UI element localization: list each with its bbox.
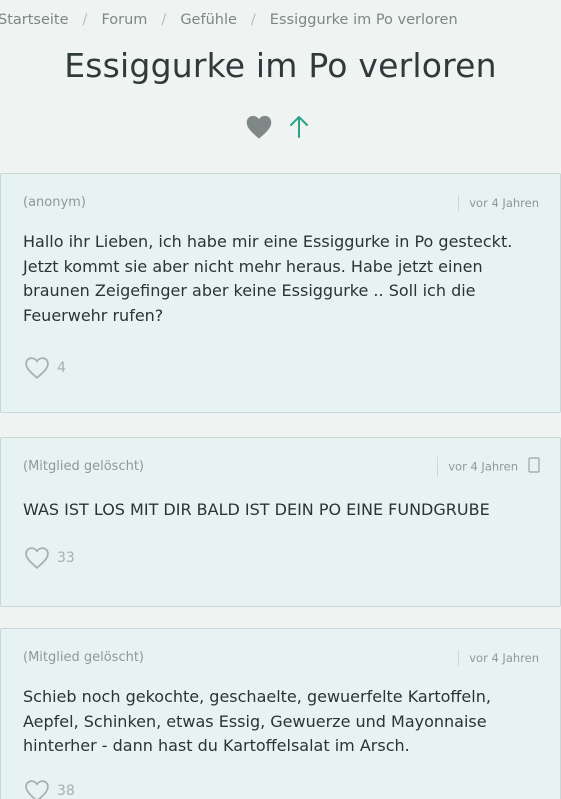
favorite-thread-button[interactable] [244,114,274,142]
breadcrumb-home[interactable]: Startseite [0,12,69,28]
breadcrumb-separator: / [82,12,88,28]
post-body: Hallo ihr Lieben, ich habe mir eine Essi… [23,232,513,325]
post-time-wrap: vor 4 Jahren [437,457,540,477]
like-button[interactable]: 4 [23,356,66,380]
post-header: (Mitglied gelöscht) vor 4 Jahren [1,438,560,478]
post-author: (Mitglied gelöscht) [23,459,144,474]
post-time: vor 4 Jahren [458,650,539,666]
post-time: vor 4 Jahren [458,195,539,211]
post-card: (anonym) vor 4 Jahren Hallo ihr Lieben, … [0,173,561,413]
breadcrumb-separator: / [161,12,167,28]
like-button[interactable]: 38 [23,779,75,799]
post-header: (Mitglied gelöscht) vor 4 Jahren [1,629,560,669]
post-card: (Mitglied gelöscht) vor 4 Jahren WAS IST… [0,437,561,607]
heart-icon [246,115,272,139]
breadcrumb-current-thread[interactable]: Essiggurke im Po verloren [270,12,458,28]
thread-actions [0,114,561,144]
report-button[interactable] [528,457,540,477]
heart-outline-icon [25,357,49,379]
post-time: vor 4 Jahren [448,459,518,474]
like-count: 38 [57,783,75,799]
post-author: (Mitglied gelöscht) [23,650,144,665]
page-title: Essiggurke im Po verloren [64,46,497,85]
breadcrumb-feelings[interactable]: Gefühle [180,12,237,28]
post-body: WAS IST LOS MIT DIR BALD IST DEIN PO EIN… [23,500,490,519]
post-body: Schieb noch gekochte, geschaelte, gewuer… [23,687,491,755]
breadcrumb: Startseite / Forum / Gefühle / Essiggurke im P… [0,12,561,28]
like-count: 4 [57,360,66,376]
scroll-up-button[interactable] [286,114,312,142]
post-header: (anonym) vor 4 Jahren [1,174,560,214]
post-author: (anonym) [23,195,86,210]
like-button[interactable]: 33 [23,546,75,570]
report-icon [528,457,540,473]
breadcrumb-separator: / [250,12,256,28]
like-count: 33 [57,550,75,566]
forum-thread-page: Startseite / Forum / Gefühle / Essiggurke im P… [0,0,561,799]
heart-outline-icon [25,780,49,799]
post-card: (Mitglied gelöscht) vor 4 Jahren Schieb … [0,628,561,799]
arrow-up-icon [290,116,308,138]
breadcrumb-forum[interactable]: Forum [101,12,147,28]
heart-outline-icon [25,547,49,569]
